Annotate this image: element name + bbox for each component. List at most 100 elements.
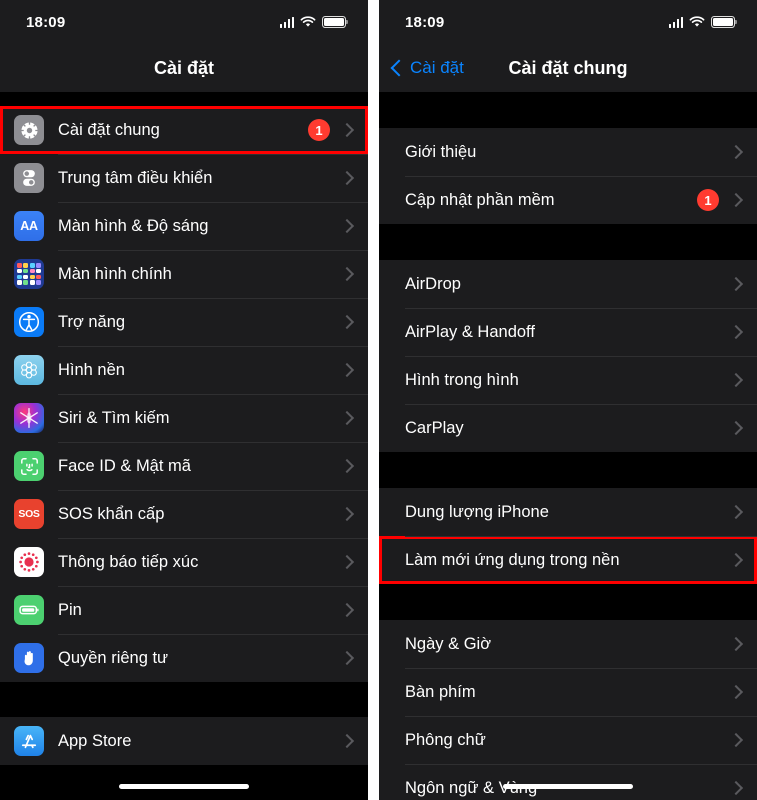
chevron-right-icon — [728, 420, 744, 436]
chevron-right-icon — [728, 324, 744, 340]
face-id-icon — [14, 451, 44, 481]
sidebar-item-label: Trung tâm điều khiển — [58, 168, 213, 187]
sidebar-item-label: Siri & Tìm kiếm — [58, 408, 170, 427]
settings-group-1: Cài đặt chung 1 Trung tâm điều khiển AA … — [0, 106, 368, 682]
privacy-hand-icon — [14, 643, 44, 673]
chevron-right-icon — [339, 170, 355, 186]
settings-list-left[interactable]: Cài đặt chung 1 Trung tâm điều khiển AA … — [0, 92, 368, 765]
list-item-background-app-refresh[interactable]: Làm mới ứng dụng trong nền — [379, 536, 757, 584]
home-indicator-left — [0, 784, 368, 789]
general-settings-screen: 18:09 Cài đặt Cài đặt chung Giới thiệu C… — [379, 0, 757, 800]
sidebar-item-app-store[interactable]: App Store — [0, 717, 368, 765]
nav-bar-right: Cài đặt Cài đặt chung — [379, 44, 757, 92]
back-button[interactable]: Cài đặt — [390, 58, 464, 78]
chevron-right-icon — [728, 504, 744, 520]
sidebar-item-label: Pin — [58, 600, 82, 619]
list-item-label: AirPlay & Handoff — [405, 322, 535, 341]
sidebar-item-label: Quyền riêng tư — [58, 648, 169, 667]
list-item-fonts[interactable]: Phông chữ — [379, 716, 757, 764]
control-center-icon — [14, 163, 44, 193]
nav-bar-left: Cài đặt — [0, 44, 368, 92]
list-item-about[interactable]: Giới thiệu — [379, 128, 757, 176]
list-item-iphone-storage[interactable]: Dung lượng iPhone — [379, 488, 757, 536]
sidebar-item-display-brightness[interactable]: AA Màn hình & Độ sáng — [0, 202, 368, 250]
list-item-carplay[interactable]: CarPlay — [379, 404, 757, 452]
sidebar-item-label: Hình nền — [58, 360, 125, 379]
sidebar-item-wallpaper[interactable]: Hình nền — [0, 346, 368, 394]
sidebar-item-label: Màn hình chính — [58, 264, 172, 283]
sidebar-item-accessibility[interactable]: Trợ năng — [0, 298, 368, 346]
settings-group-2: App Store — [0, 717, 368, 765]
status-bar-right: 18:09 — [379, 0, 757, 44]
list-item-keyboard[interactable]: Bàn phím — [379, 668, 757, 716]
status-icon-group — [279, 16, 349, 28]
chevron-left-icon — [390, 59, 408, 77]
list-item-picture-in-picture[interactable]: Hình trong hình — [379, 356, 757, 404]
accessibility-icon — [14, 307, 44, 337]
list-item-label: CarPlay — [405, 418, 464, 437]
status-bar-left: 18:09 — [0, 0, 368, 44]
general-group-1: Giới thiệu Cập nhật phần mềm 1 — [379, 128, 757, 224]
home-indicator-right — [379, 784, 757, 789]
sidebar-item-face-id[interactable]: Face ID & Mật mã — [0, 442, 368, 490]
battery-settings-icon — [14, 595, 44, 625]
list-item-software-update[interactable]: Cập nhật phần mềm 1 — [379, 176, 757, 224]
settings-list-right[interactable]: Giới thiệu Cập nhật phần mềm 1 AirDrop A… — [379, 92, 757, 800]
list-item-label: Hình trong hình — [405, 370, 519, 389]
back-button-label: Cài đặt — [410, 58, 464, 77]
chevron-right-icon — [728, 684, 744, 700]
sidebar-item-general[interactable]: Cài đặt chung 1 — [0, 106, 368, 154]
chevron-right-icon — [339, 314, 355, 330]
sidebar-item-privacy[interactable]: Quyền riêng tư — [0, 634, 368, 682]
group-spacer — [379, 224, 757, 260]
list-item-date-time[interactable]: Ngày & Giờ — [379, 620, 757, 668]
dual-screenshot-container: 18:09 Cài đặt Cài đặt chung 1 Trung tâm … — [0, 0, 757, 800]
sidebar-item-exposure-notifications[interactable]: Thông báo tiếp xúc — [0, 538, 368, 586]
battery-icon — [711, 16, 738, 28]
chevron-right-icon — [728, 144, 744, 160]
chevron-right-icon — [339, 218, 355, 234]
home-screen-icon — [14, 259, 44, 289]
status-time: 18:09 — [405, 13, 445, 31]
general-group-4: Ngày & Giờ Bàn phím Phông chữ Ngôn ngữ &… — [379, 620, 757, 800]
list-item-label: Bàn phím — [405, 682, 476, 701]
wifi-icon — [300, 16, 316, 27]
list-item-airplay-handoff[interactable]: AirPlay & Handoff — [379, 308, 757, 356]
list-item-label: Giới thiệu — [405, 142, 477, 161]
status-badge: 1 — [308, 119, 330, 141]
sidebar-item-label: Trợ năng — [58, 312, 126, 331]
list-item-airdrop[interactable]: AirDrop — [379, 260, 757, 308]
chevron-right-icon — [728, 636, 744, 652]
cellular-bars-icon — [668, 16, 683, 28]
sidebar-item-control-center[interactable]: Trung tâm điều khiển — [0, 154, 368, 202]
sidebar-item-label: SOS khẩn cấp — [58, 504, 165, 523]
chevron-right-icon — [339, 410, 355, 426]
chevron-right-icon — [728, 192, 744, 208]
list-item-language-region[interactable]: Ngôn ngữ & Vùng — [379, 764, 757, 800]
chevron-right-icon — [728, 552, 744, 568]
sidebar-item-home-screen[interactable]: Màn hình chính — [0, 250, 368, 298]
sidebar-item-label: Thông báo tiếp xúc — [58, 552, 199, 571]
chevron-right-icon — [728, 732, 744, 748]
status-time: 18:09 — [26, 13, 66, 31]
sidebar-item-emergency-sos[interactable]: SOS SOS khẩn cấp — [0, 490, 368, 538]
display-brightness-icon: AA — [14, 211, 44, 241]
wifi-icon — [689, 16, 705, 27]
sidebar-item-battery[interactable]: Pin — [0, 586, 368, 634]
siri-icon — [14, 403, 44, 433]
page-title: Cài đặt — [153, 57, 214, 78]
chevron-right-icon — [339, 458, 355, 474]
list-item-label: Cập nhật phần mềm — [405, 190, 555, 209]
list-item-label: Làm mới ứng dụng trong nền — [405, 550, 620, 569]
list-item-label: Ngày & Giờ — [405, 634, 492, 653]
chevron-right-icon — [339, 122, 355, 138]
sidebar-item-label: Cài đặt chung — [58, 120, 160, 139]
sidebar-item-siri-search[interactable]: Siri & Tìm kiếm — [0, 394, 368, 442]
app-store-icon — [14, 726, 44, 756]
status-badge: 1 — [697, 189, 719, 211]
group-spacer — [0, 92, 368, 106]
settings-root-screen: 18:09 Cài đặt Cài đặt chung 1 Trung tâm … — [0, 0, 368, 800]
group-spacer — [0, 682, 368, 717]
chevron-right-icon — [339, 733, 355, 749]
group-spacer — [379, 92, 757, 128]
